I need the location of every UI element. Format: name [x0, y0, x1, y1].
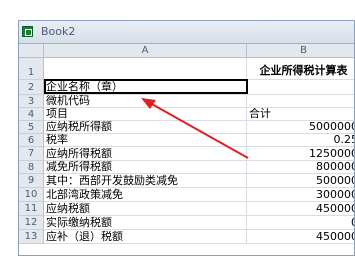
cell-a2[interactable]: 企业名称（章） [44, 80, 247, 95]
row-header[interactable]: 4 [19, 108, 44, 121]
cell-b2[interactable] [247, 80, 354, 95]
row-header[interactable]: 12 [19, 216, 44, 230]
cell-a9[interactable]: 其中：西部开发鼓励类减免 [44, 174, 247, 188]
cell-a6[interactable]: 税率 [44, 134, 247, 147]
window-title: Book2 [41, 25, 76, 38]
cell-a4[interactable]: 项目 [44, 108, 247, 121]
spreadsheet-window: Book2 A B 1企业所得税计算表2企业名称（章）3微机代码所4项目合计中5… [18, 20, 355, 256]
cell-b12[interactable]: 0 [247, 216, 354, 230]
cell-b4[interactable]: 合计 [247, 108, 354, 121]
cell-a11[interactable]: 应纳税额 [44, 202, 247, 216]
cell-b5[interactable]: 5000000 [247, 121, 354, 134]
column-header-a[interactable]: A [44, 44, 247, 58]
cell-a12[interactable]: 实际缴纳税额 [44, 216, 247, 230]
excel-icon [22, 26, 33, 37]
row-header[interactable]: 1 [19, 58, 44, 80]
cell-b3[interactable] [247, 95, 354, 108]
cell-b6[interactable]: 0.25 [247, 134, 354, 147]
title-bar: Book2 [19, 21, 354, 44]
cell-a7[interactable]: 应纳所得税额 [44, 147, 247, 161]
cell-a1[interactable] [44, 58, 247, 80]
row-header[interactable]: 3 [19, 95, 44, 108]
row-header[interactable]: 9 [19, 174, 44, 188]
cell-a13[interactable]: 应补（退）税额 [44, 230, 247, 244]
cell-b9[interactable]: 500000 [247, 174, 354, 188]
cell-a5[interactable]: 应纳税所得额 [44, 121, 247, 134]
row-header[interactable]: 8 [19, 161, 44, 174]
row-header[interactable]: 2 [19, 80, 44, 95]
cell-b7[interactable]: 1250000 [247, 147, 354, 161]
row-header[interactable]: 11 [19, 202, 44, 216]
column-header-b[interactable]: B [247, 44, 354, 58]
cell-b8[interactable]: 800000 [247, 161, 354, 174]
cell-b10[interactable]: 300000 [247, 188, 354, 202]
cell-b1[interactable]: 企业所得税计算表 [247, 58, 354, 80]
select-all-corner[interactable] [19, 44, 44, 58]
row-header[interactable]: 10 [19, 188, 44, 202]
cell-a8[interactable]: 减免所得税额 [44, 161, 247, 174]
cell-a10[interactable]: 北部湾政策减免 [44, 188, 247, 202]
row-header[interactable]: 6 [19, 134, 44, 147]
row-header[interactable]: 5 [19, 121, 44, 134]
cell-b13[interactable]: 450000 [247, 230, 354, 244]
row-header[interactable]: 13 [19, 230, 44, 244]
cell-a3[interactable]: 微机代码 [44, 95, 247, 108]
row-header[interactable]: 7 [19, 147, 44, 161]
cell-b11[interactable]: 450000 [247, 202, 354, 216]
